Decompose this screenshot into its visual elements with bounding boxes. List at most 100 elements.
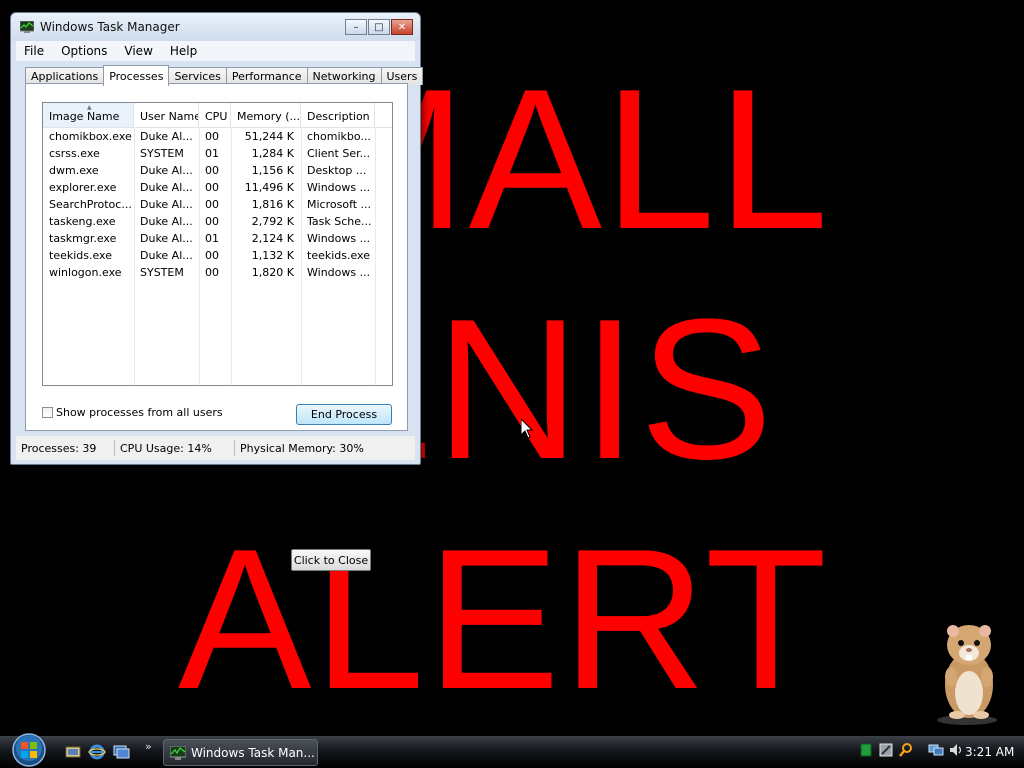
maximize-button[interactable]: □: [368, 19, 390, 35]
cell-memory: 1,284 K: [251, 147, 294, 160]
column-description[interactable]: Description: [301, 103, 375, 127]
cell-user-name: SYSTEM: [140, 266, 184, 279]
start-button-icon[interactable]: [8, 732, 50, 768]
system-tray: [858, 742, 964, 758]
table-row[interactable]: teekids.exe Duke Al... 00 1,132 K teekid…: [43, 247, 392, 264]
cell-image-name: dwm.exe: [49, 164, 99, 177]
status-cpu-usage: CPU Usage: 14%: [115, 440, 235, 456]
minimize-button[interactable]: –: [345, 19, 367, 35]
process-rows: chomikbox.exe Duke Al... 00 51,244 K cho…: [43, 128, 392, 281]
cell-description: Client Ser...: [307, 147, 371, 160]
cell-memory: 1,156 K: [251, 164, 294, 177]
table-row[interactable]: SearchProtoc... Duke Al... 00 1,816 K Mi…: [43, 196, 392, 213]
status-physical-memory: Physical Memory: 30%: [240, 441, 364, 455]
taskbar-clock[interactable]: 3:21 AM: [965, 745, 1014, 759]
cell-user-name: Duke Al...: [140, 232, 193, 245]
menu-bar: File Options View Help: [16, 41, 415, 61]
menu-view[interactable]: View: [116, 44, 161, 58]
cell-image-name: chomikbox.exe: [49, 130, 132, 143]
task-manager-icon: [20, 21, 34, 33]
column-user-name[interactable]: User Name: [134, 103, 199, 127]
table-row[interactable]: dwm.exe Duke Al... 00 1,156 K Desktop ..…: [43, 162, 392, 179]
maximize-icon: □: [374, 21, 384, 33]
cell-cpu: 01: [205, 147, 219, 160]
cell-cpu: 00: [205, 215, 219, 228]
table-row[interactable]: winlogon.exe SYSTEM 00 1,820 K Windows .…: [43, 264, 392, 281]
show-all-processes-option[interactable]: Show processes from all users: [42, 406, 223, 419]
table-row[interactable]: chomikbox.exe Duke Al... 00 51,244 K cho…: [43, 128, 392, 145]
cell-description: Task Sche...: [307, 215, 372, 228]
menu-file[interactable]: File: [16, 44, 53, 58]
cell-image-name: SearchProtoc...: [49, 198, 132, 211]
show-desktop-icon[interactable]: [64, 743, 82, 761]
processes-panel: ▲ Image Name User Name CPU Memory (... D…: [25, 83, 408, 431]
cell-description: Microsoft ...: [307, 198, 372, 211]
column-image-name[interactable]: ▲ Image Name: [43, 103, 134, 127]
cell-user-name: Duke Al...: [140, 198, 193, 211]
network-icon[interactable]: [928, 742, 944, 758]
cell-memory: 51,244 K: [244, 130, 294, 143]
cell-image-name: csrss.exe: [49, 147, 100, 160]
cell-description: Windows ...: [307, 181, 371, 194]
close-icon: ✕: [397, 21, 407, 33]
status-processes: Processes: 39: [16, 440, 115, 456]
switch-windows-icon[interactable]: [112, 743, 130, 761]
column-cpu[interactable]: CPU: [199, 103, 231, 127]
cell-cpu: 00: [205, 266, 219, 279]
task-manager-window: Windows Task Manager – □ ✕ File Options …: [10, 12, 424, 465]
column-memory[interactable]: Memory (...: [231, 103, 301, 127]
cell-image-name: taskeng.exe: [49, 215, 116, 228]
cell-cpu: 00: [205, 164, 219, 177]
column-label: Image Name: [49, 110, 120, 123]
internet-explorer-icon[interactable]: [88, 743, 106, 761]
list-header: ▲ Image Name User Name CPU Memory (... D…: [43, 103, 392, 128]
table-row[interactable]: taskmgr.exe Duke Al... 01 2,124 K Window…: [43, 230, 392, 247]
cell-description: Windows ...: [307, 266, 371, 279]
end-process-button[interactable]: End Process: [296, 404, 392, 425]
cell-memory: 1,132 K: [251, 249, 294, 262]
cell-user-name: Duke Al...: [140, 249, 193, 262]
tool-icon[interactable]: [878, 742, 894, 758]
volume-icon[interactable]: [948, 742, 964, 758]
quick-launch-overflow-icon[interactable]: »: [145, 740, 152, 753]
quick-launch: [64, 743, 130, 761]
cell-cpu: 01: [205, 232, 219, 245]
cell-image-name: taskmgr.exe: [49, 232, 117, 245]
hamster-mascot-icon[interactable]: [925, 615, 1010, 725]
green-square-icon[interactable]: [858, 742, 874, 758]
tab-processes[interactable]: Processes: [103, 65, 170, 86]
cell-description: Desktop ...: [307, 164, 367, 177]
cell-image-name: winlogon.exe: [49, 266, 122, 279]
title-bar[interactable]: Windows Task Manager – □ ✕: [11, 13, 420, 41]
taskbar-button-label: Windows Task Man...: [191, 745, 315, 760]
table-row[interactable]: csrss.exe SYSTEM 01 1,284 K Client Ser..…: [43, 145, 392, 162]
click-to-close-button[interactable]: Click to Close: [291, 549, 371, 571]
table-row[interactable]: explorer.exe Duke Al... 00 11,496 K Wind…: [43, 179, 392, 196]
cell-cpu: 00: [205, 198, 219, 211]
table-row[interactable]: taskeng.exe Duke Al... 00 2,792 K Task S…: [43, 213, 392, 230]
cell-memory: 11,496 K: [244, 181, 294, 194]
taskbar-button-task-manager[interactable]: Windows Task Man...: [163, 739, 318, 766]
process-list[interactable]: ▲ Image Name User Name CPU Memory (... D…: [42, 102, 393, 386]
close-button[interactable]: ✕: [391, 19, 413, 35]
menu-options[interactable]: Options: [53, 44, 116, 58]
cell-memory: 2,792 K: [251, 215, 294, 228]
cell-image-name: explorer.exe: [49, 181, 117, 194]
cell-cpu: 00: [205, 249, 219, 262]
cell-image-name: teekids.exe: [49, 249, 112, 262]
search-icon[interactable]: [898, 742, 914, 758]
sort-ascending-icon: ▲: [87, 104, 92, 111]
cell-cpu: 00: [205, 130, 219, 143]
cell-memory: 2,124 K: [251, 232, 294, 245]
cell-memory: 1,816 K: [251, 198, 294, 211]
cell-user-name: Duke Al...: [140, 130, 193, 143]
cell-description: chomikbo...: [307, 130, 371, 143]
window-title: Windows Task Manager: [40, 20, 180, 34]
mouse-cursor-icon: [521, 419, 533, 439]
task-manager-icon: [170, 745, 186, 760]
menu-help[interactable]: Help: [162, 44, 206, 58]
tab-strip: Applications Processes Services Performa…: [25, 65, 424, 86]
show-all-processes-checkbox[interactable]: [42, 407, 53, 418]
cell-user-name: SYSTEM: [140, 147, 184, 160]
cell-description: Windows ...: [307, 232, 371, 245]
